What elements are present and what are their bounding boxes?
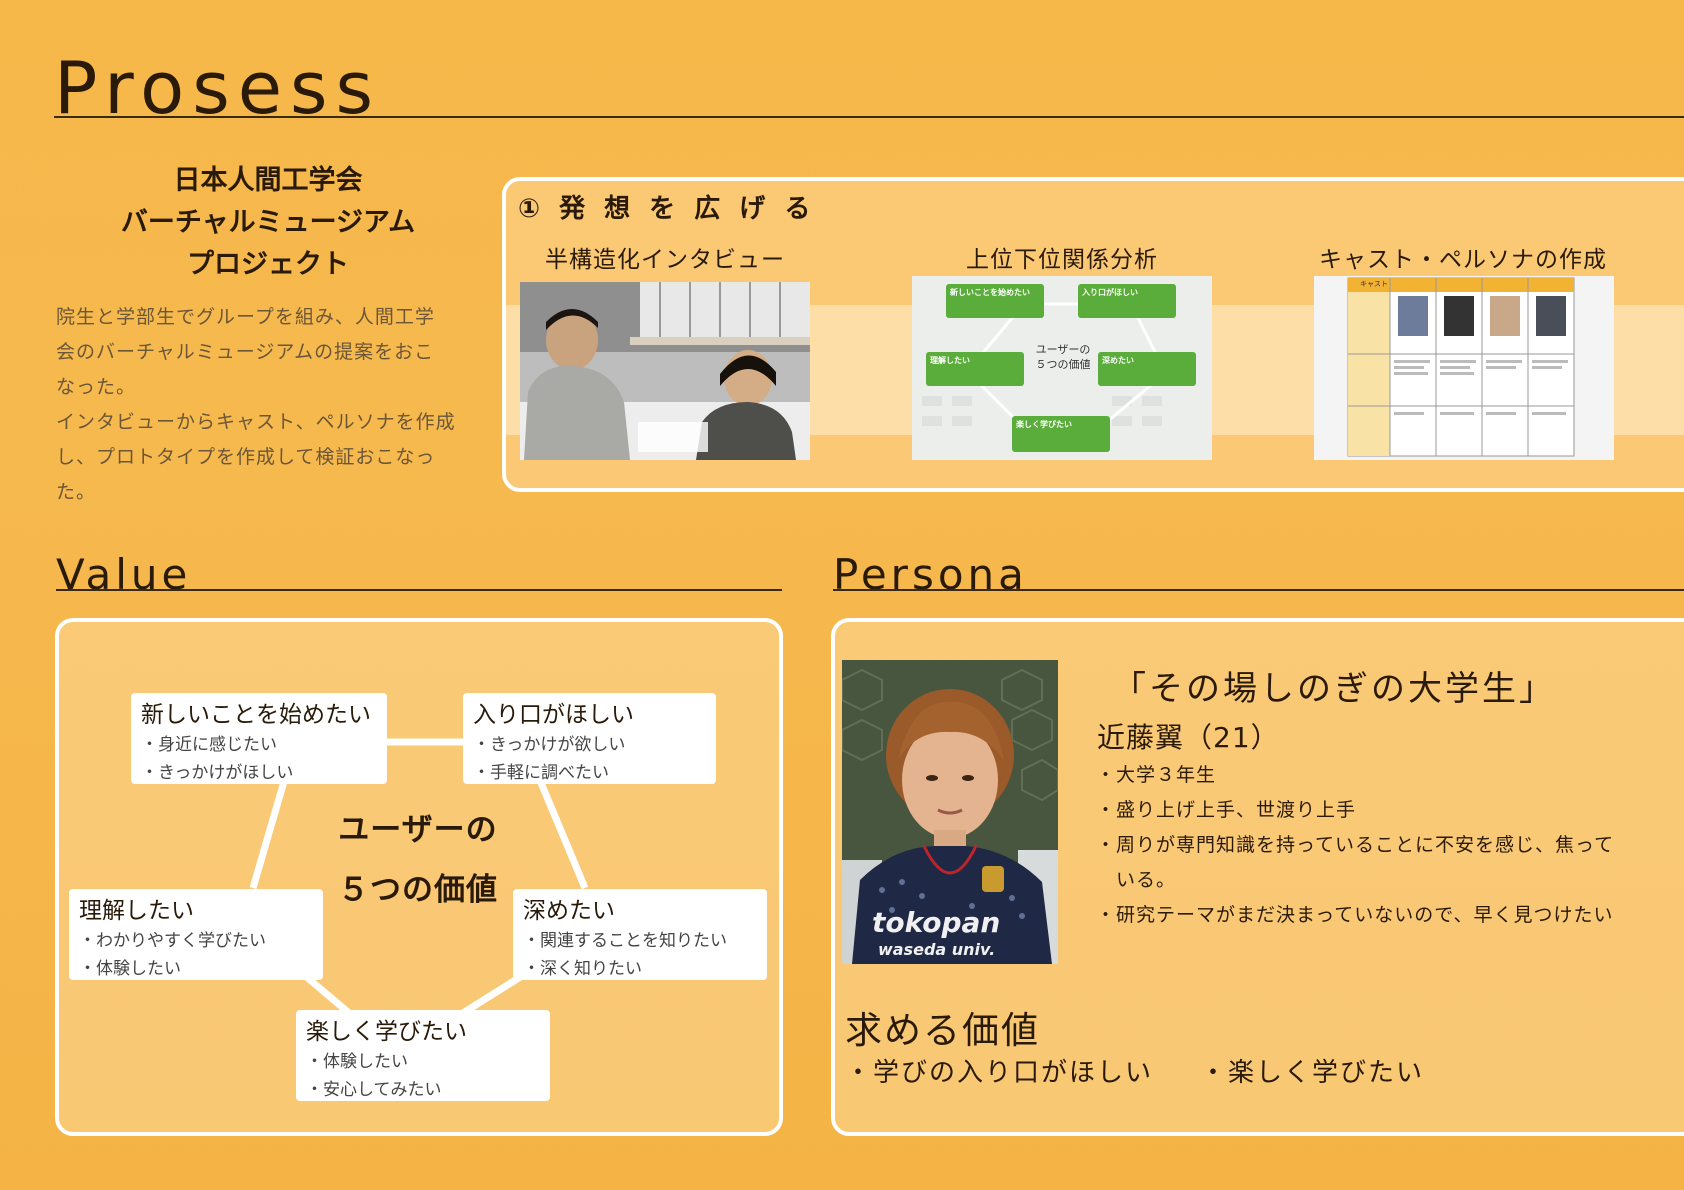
value-box-item: ・手軽に調べたい xyxy=(473,763,609,783)
value-box-fun: 楽しく学びたい ・体験したい ・安心してみたい xyxy=(296,1010,550,1101)
project-title-line: バーチャルミュージアム xyxy=(120,207,416,238)
persona-attribute: ・大学３年生 xyxy=(1096,764,1217,786)
persona-photo: tokopan waseda univ. xyxy=(842,660,1058,964)
value-box-title: 理解したい xyxy=(79,898,194,924)
value-center-line: ５つの価値 xyxy=(338,872,498,908)
interview-illustration xyxy=(520,282,810,460)
seek-value-title: 求める価値 xyxy=(845,1009,1040,1052)
value-box-item: ・安心してみたい xyxy=(306,1080,442,1100)
value-box-title: 新しいことを始めたい xyxy=(141,702,371,728)
thumb-box-label: 楽しく学びたい xyxy=(1016,420,1072,429)
value-box-new: 新しいことを始めたい ・身近に感じたい ・きっかけがほしい xyxy=(131,693,387,784)
description-line: し、プロトタイプを作成して検証おこなっ xyxy=(56,446,436,468)
value-box-item: ・きっかけが欲しい xyxy=(473,735,626,755)
value-box-item: ・体験したい xyxy=(79,959,181,979)
step-title: ① 発 想 を 広 げ る xyxy=(518,194,816,224)
persona-heading: Persona xyxy=(833,550,1028,599)
value-box-item: ・体験したい xyxy=(306,1052,408,1072)
persona-rule xyxy=(833,589,1684,591)
seek-value-item: ・楽しく学びたい xyxy=(1200,1058,1425,1088)
shirt-text: tokopan xyxy=(872,906,1001,939)
thumb-box-label: 新しいことを始めたい xyxy=(950,288,1030,297)
method-label-interview: 半構造化インタビュー xyxy=(545,247,785,273)
value-box-entrance: 入り口がほしい ・きっかけが欲しい ・手軽に調べたい xyxy=(463,693,716,784)
persona-attribute: いる。 xyxy=(1096,869,1177,891)
persona-name: 近藤翼（21） xyxy=(1097,721,1280,754)
description-line: た。 xyxy=(56,481,97,503)
value-box-item: ・関連することを知りたい xyxy=(523,931,727,951)
description-line: 会のバーチャルミュージアムの提案をおこ xyxy=(56,341,435,363)
persona-attribute: ・周りが専門知識を持っていることに不安を感じ、焦って xyxy=(1096,834,1615,856)
thumb-center-label: ユーザーの ５つの価値 xyxy=(1035,343,1091,371)
persona-catchphrase: 「その場しのぎの大学生」 xyxy=(1112,669,1556,709)
thumb-box-label: 深めたい xyxy=(1102,356,1134,365)
description-line: 院生と学部生でグループを組み、人間工学 xyxy=(56,306,435,328)
value-box-title: 入り口がほしい xyxy=(473,702,634,728)
value-rule xyxy=(56,589,782,591)
value-box-title: 楽しく学びたい xyxy=(306,1019,467,1045)
shirt-text: waseda univ. xyxy=(878,940,996,959)
value-box-title: 深めたい xyxy=(523,898,615,924)
cast-table-thumbnail: キャスト xyxy=(1314,276,1614,460)
value-box-item: ・身近に感じたい xyxy=(141,735,277,755)
method-label-hierarchy: 上位下位関係分析 xyxy=(966,247,1158,273)
project-title-line: 日本人間工学会 xyxy=(173,165,363,196)
persona-attributes: ・大学３年生 ・盛り上げ上手、世渡り上手 ・周りが専門知識を持っていることに不安… xyxy=(1096,758,1656,933)
seek-value-item: ・学びの入り口がほしい xyxy=(845,1058,1154,1088)
hierarchy-thumbnail: 新しいことを始めたい 入り口がほしい 理解したい 深めたい 楽しく学びたい ユー… xyxy=(912,276,1212,460)
title-rule xyxy=(54,116,1684,118)
value-box-deepen: 深めたい ・関連することを知りたい ・深く知りたい xyxy=(513,889,767,980)
project-title-line: プロジェクト xyxy=(187,249,349,280)
description-line: インタビューからキャスト、ペルソナを作成 xyxy=(56,411,456,433)
persona-attribute: ・盛り上げ上手、世渡り上手 xyxy=(1096,799,1357,821)
value-box-item: ・わかりやすく学びたい xyxy=(79,931,266,951)
value-box-understand: 理解したい ・わかりやすく学びたい ・体験したい xyxy=(69,889,323,980)
value-center-line: ユーザーの xyxy=(338,812,498,848)
interview-photo xyxy=(520,282,810,460)
thumb-box-label: 理解したい xyxy=(930,356,970,365)
cast-header-label: キャスト xyxy=(1360,280,1388,288)
value-box-item: ・きっかけがほしい xyxy=(141,763,294,783)
project-description: 院生と学部生でグループを組み、人間工学 会のバーチャルミュージアムの提案をおこ … xyxy=(56,300,476,510)
cast-table-illustration xyxy=(1314,276,1614,460)
description-line: なった。 xyxy=(56,376,137,398)
value-box-item: ・深く知りたい xyxy=(523,959,642,979)
thumb-box-label: 入り口がほしい xyxy=(1082,288,1138,297)
value-center-title: ユーザーの ５つの価値 xyxy=(318,800,518,920)
persona-attribute: ・研究テーマがまだ決まっていないので、早く見つけたい xyxy=(1096,904,1614,926)
project-title: 日本人間工学会 バーチャルミュージアム プロジェクト xyxy=(88,160,448,286)
value-heading: Value xyxy=(56,550,192,599)
method-label-cast: キャスト・ペルソナの作成 xyxy=(1319,247,1607,273)
